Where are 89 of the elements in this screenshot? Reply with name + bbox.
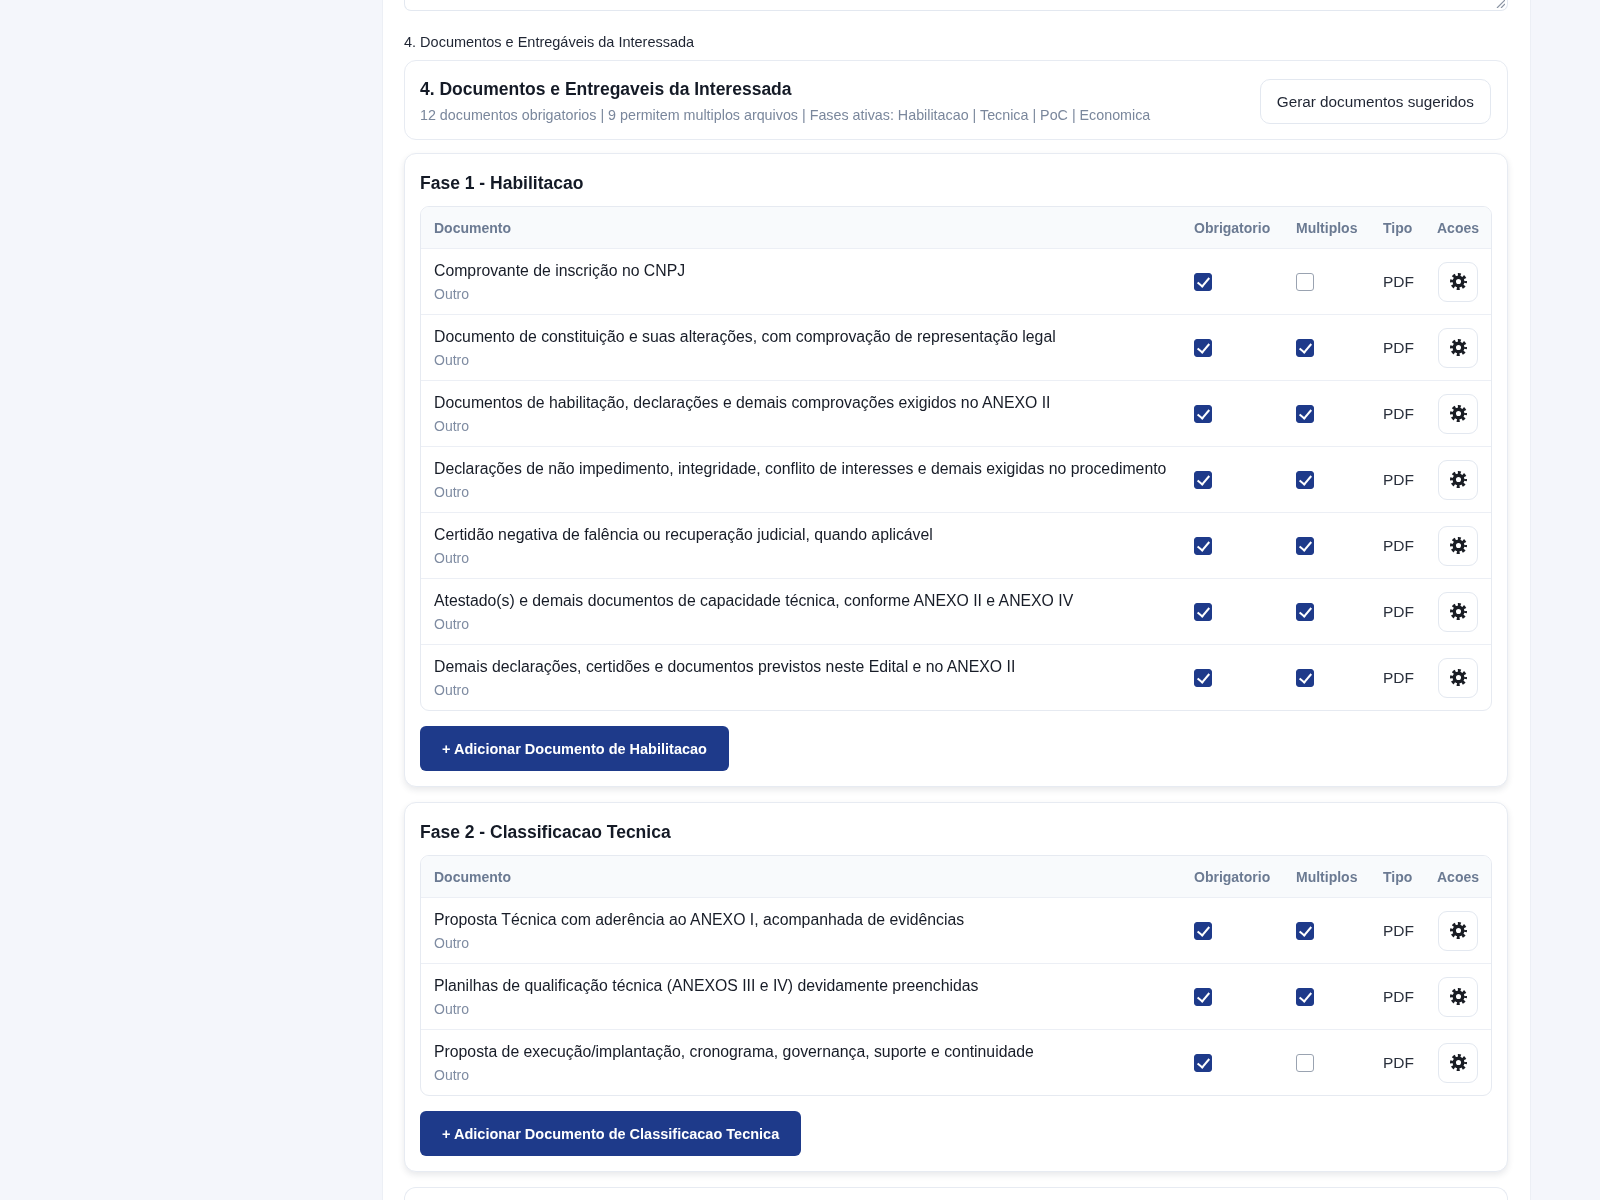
column-header: Acoes xyxy=(1437,219,1480,236)
multiple-files-checkbox[interactable] xyxy=(1296,470,1314,489)
column-header: Multiplos xyxy=(1296,219,1358,236)
phase-title: Fase 1 - Habilitacao xyxy=(420,172,585,194)
multiple-files-checkbox[interactable] xyxy=(1296,338,1314,357)
settings-button[interactable] xyxy=(1438,591,1478,632)
required-checkbox[interactable] xyxy=(1194,1053,1212,1072)
required-checkbox[interactable] xyxy=(1194,536,1212,555)
settings-button[interactable] xyxy=(1438,657,1478,698)
document-name: Comprovante de inscrição no CNPJ xyxy=(434,260,687,281)
required-checkbox[interactable] xyxy=(1194,272,1212,291)
settings-button[interactable] xyxy=(1438,261,1478,302)
document-category: Outro xyxy=(434,284,470,303)
multiple-files-checkbox[interactable] xyxy=(1296,1053,1314,1072)
settings-icon xyxy=(1449,273,1467,290)
settings-button[interactable] xyxy=(1438,976,1478,1017)
settings-icon xyxy=(1449,922,1467,939)
text-area-field[interactable] xyxy=(404,0,1508,11)
section-summary: 12 documentos obrigatorios | 9 permitem multiplos arquivos | Fases ativas: Habilitacao | Tecnica | PoC | Economica xyxy=(420,106,1151,125)
column-header: Documento xyxy=(434,868,511,885)
multiple-files-checkbox[interactable] xyxy=(1296,921,1314,940)
column-header: Multiplos xyxy=(1296,868,1358,885)
file-type: PDF xyxy=(1383,338,1414,356)
document-category: Outro xyxy=(434,999,470,1018)
settings-button[interactable] xyxy=(1438,525,1478,566)
document-category: Outro xyxy=(434,1065,470,1084)
document-category: Outro xyxy=(434,548,470,567)
document-category: Outro xyxy=(434,614,470,633)
document-category: Outro xyxy=(434,350,470,369)
settings-button[interactable] xyxy=(1438,393,1478,434)
file-type: PDF xyxy=(1383,404,1414,422)
document-name: Planilhas de qualificação técnica (ANEXOS III e IV) devidamente preenchidas xyxy=(434,975,980,996)
required-checkbox[interactable] xyxy=(1194,668,1212,687)
document-name: Documentos de habilitação, declarações e demais comprovações exigidos no ANEXO II xyxy=(434,392,1052,413)
required-checkbox[interactable] xyxy=(1194,602,1212,621)
document-name: Proposta Técnica com aderência ao ANEXO I, acompanhada de evidências xyxy=(434,909,966,930)
section-title: 4. Documentos e Entregaveis da Interessada xyxy=(420,78,793,100)
column-header: Documento xyxy=(434,219,511,236)
file-type: PDF xyxy=(1383,470,1414,488)
file-type: PDF xyxy=(1383,1053,1414,1071)
document-name: Certidão negativa de falência ou recuperação judicial, quando aplicável xyxy=(434,524,934,545)
settings-button[interactable] xyxy=(1438,910,1478,951)
settings-icon xyxy=(1449,603,1467,620)
settings-icon xyxy=(1449,339,1467,356)
settings-icon xyxy=(1449,669,1467,686)
document-name: Documento de constituição e suas alterações, com comprovação de representação legal xyxy=(434,326,1057,347)
generate-documents-button[interactable]: Gerar documentos sugeridos xyxy=(1259,79,1491,124)
column-header: Acoes xyxy=(1437,868,1480,885)
settings-button[interactable] xyxy=(1438,459,1478,500)
required-checkbox[interactable] xyxy=(1194,404,1212,423)
required-checkbox[interactable] xyxy=(1194,987,1212,1006)
required-checkbox[interactable] xyxy=(1194,921,1212,940)
document-category: Outro xyxy=(434,933,470,952)
file-type: PDF xyxy=(1383,668,1414,686)
required-checkbox[interactable] xyxy=(1194,338,1212,357)
multiple-files-checkbox[interactable] xyxy=(1296,404,1314,423)
document-category: Outro xyxy=(434,482,470,501)
phase-title: Fase 2 - Classificacao Tecnica xyxy=(420,821,672,843)
document-name: Proposta de execução/implantação, cronograma, governança, suporte e continuidade xyxy=(434,1041,1035,1062)
multiple-files-checkbox[interactable] xyxy=(1296,272,1314,291)
document-category: Outro xyxy=(434,416,470,435)
file-type: PDF xyxy=(1383,272,1414,290)
column-header: Tipo xyxy=(1383,219,1413,236)
file-type: PDF xyxy=(1383,987,1414,1005)
file-type: PDF xyxy=(1383,536,1414,554)
settings-button[interactable] xyxy=(1438,1042,1478,1083)
settings-icon xyxy=(1449,405,1467,422)
settings-icon xyxy=(1449,537,1467,554)
settings-button[interactable] xyxy=(1438,327,1478,368)
file-type: PDF xyxy=(1383,921,1414,939)
document-category: Outro xyxy=(434,680,470,699)
column-header: Obrigatorio xyxy=(1194,219,1271,236)
multiple-files-checkbox[interactable] xyxy=(1296,668,1314,687)
document-name: Atestado(s) e demais documentos de capacidade técnica, conforme ANEXO II e ANEXO IV xyxy=(434,590,1075,611)
required-checkbox[interactable] xyxy=(1194,470,1212,489)
column-header: Obrigatorio xyxy=(1194,868,1271,885)
add-document-button[interactable]: + Adicionar Documento de Classificacao Tecnica xyxy=(420,1111,802,1156)
section-label: 4. Documentos e Entregáveis da Interessada xyxy=(404,33,696,52)
add-document-button[interactable]: + Adicionar Documento de Habilitacao xyxy=(420,726,729,771)
document-name: Declarações de não impedimento, integridade, conflito de interesses e demais exigidas no procedimento xyxy=(434,458,1168,479)
settings-icon xyxy=(1449,988,1467,1005)
multiple-files-checkbox[interactable] xyxy=(1296,536,1314,555)
settings-icon xyxy=(1449,471,1467,488)
settings-icon xyxy=(1449,1054,1467,1071)
column-header: Tipo xyxy=(1383,868,1413,885)
multiple-files-checkbox[interactable] xyxy=(1296,602,1314,621)
document-name: Demais declarações, certidões e documentos previstos neste Edital e no ANEXO II xyxy=(434,656,1017,677)
file-type: PDF xyxy=(1383,602,1414,620)
multiple-files-checkbox[interactable] xyxy=(1296,987,1314,1006)
